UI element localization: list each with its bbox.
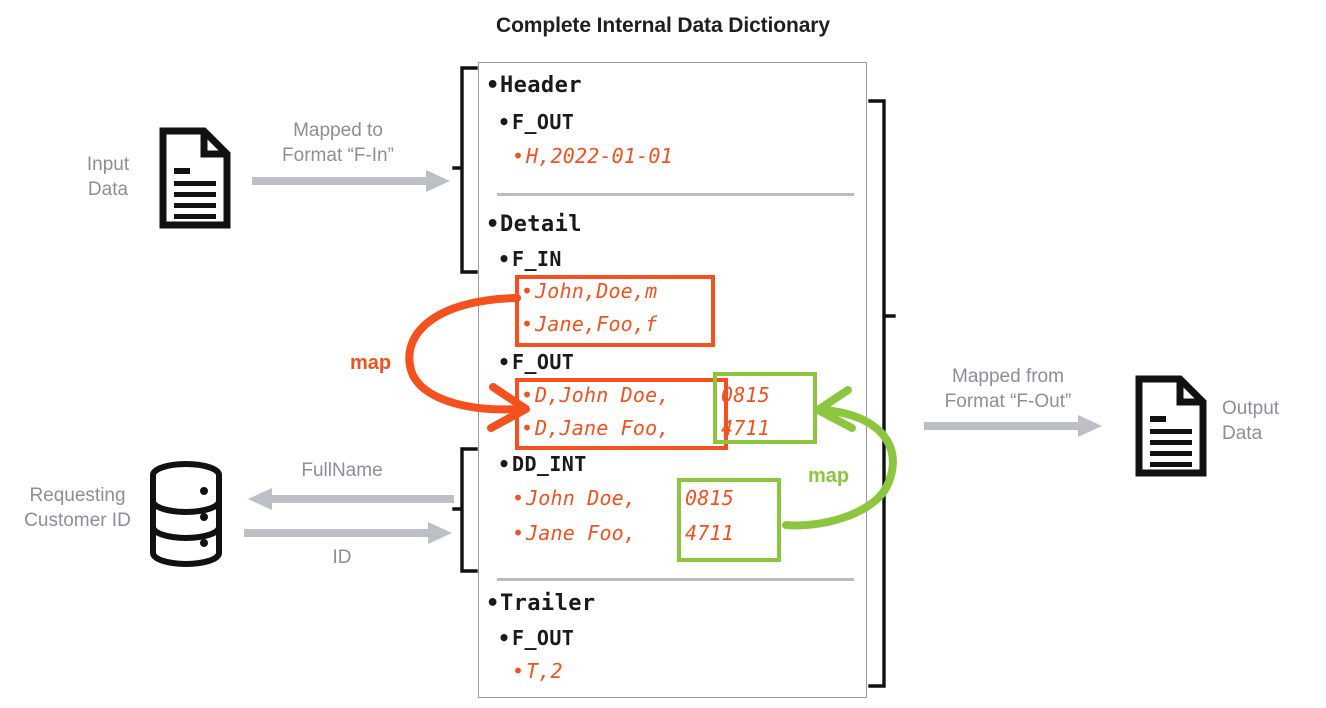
record-detail-ddint-1-left: John Doe,: [512, 486, 636, 510]
divider-detail-trailer: [497, 578, 854, 581]
record-trailer-fout-1: T,2: [512, 659, 563, 683]
group-detail-ddint: DD_INT: [498, 452, 587, 476]
output-data-label-line1: Output: [1222, 398, 1280, 419]
map-arrow-green-icon: [782, 386, 897, 530]
output-flow-arrow-icon: [924, 415, 1102, 437]
input-data-label-line1: Input: [86, 154, 130, 175]
database-icon: [150, 461, 222, 567]
mapped-to-format-label: Mapped to Format “F-In”: [248, 118, 428, 168]
fullname-arrow-label: FullName: [301, 460, 383, 481]
record-detail-ddint-2-right: 4711: [685, 521, 734, 545]
divider-header-detail: [497, 193, 854, 196]
output-data-label: Output Data: [1222, 396, 1326, 446]
document-icon: [159, 127, 231, 229]
section-detail-title: Detail: [486, 212, 582, 237]
id-arrow-label: ID: [332, 547, 352, 568]
input-data-label: Input Data: [58, 152, 158, 202]
mapped-to-format-line1: Mapped to: [293, 120, 383, 141]
record-header-fout-1: H,2022-01-01: [512, 144, 673, 168]
group-header-fout: F_OUT: [498, 110, 574, 134]
section-header-title: Header: [486, 73, 582, 98]
map-label-orange: map: [350, 352, 392, 374]
record-detail-fout-1-right: 0815: [721, 383, 770, 407]
mapped-from-format-line1: Mapped from: [952, 366, 1064, 387]
requesting-label-line2: Customer ID: [24, 510, 131, 531]
fullname-flow-arrow-icon: [248, 488, 454, 510]
left-brace-lower-icon: [452, 447, 478, 573]
requesting-customer-id-label: Requesting Customer ID: [0, 483, 155, 533]
mapped-from-format-label: Mapped from Format “F-Out”: [918, 364, 1098, 414]
requesting-label-line1: Requesting: [29, 485, 126, 506]
page-title: Complete Internal Data Dictionary: [496, 14, 830, 37]
left-brace-upper-icon: [452, 66, 478, 274]
section-trailer-title: Trailer: [486, 591, 596, 616]
record-detail-fout-2-right: 4711: [721, 416, 770, 440]
record-detail-ddint-1-right: 0815: [685, 486, 734, 510]
id-flow-arrow-icon: [244, 522, 452, 544]
record-detail-ddint-2-left: Jane Foo,: [512, 521, 636, 545]
input-data-label-line2: Data: [87, 179, 129, 200]
diagram-canvas: Complete Internal Data Dictionary Input …: [0, 0, 1326, 708]
mapped-from-format-line2: Format “F-Out”: [944, 391, 1072, 412]
document-icon: [1135, 375, 1207, 477]
input-flow-arrow-icon: [252, 170, 450, 192]
group-detail-fin: F_IN: [498, 247, 562, 271]
map-arrow-orange-icon: [405, 294, 530, 432]
mapped-to-format-line2: Format “F-In”: [282, 145, 394, 166]
map-label-green: map: [808, 465, 850, 487]
group-trailer-fout: F_OUT: [498, 626, 574, 650]
output-data-label-line2: Data: [1222, 423, 1263, 444]
